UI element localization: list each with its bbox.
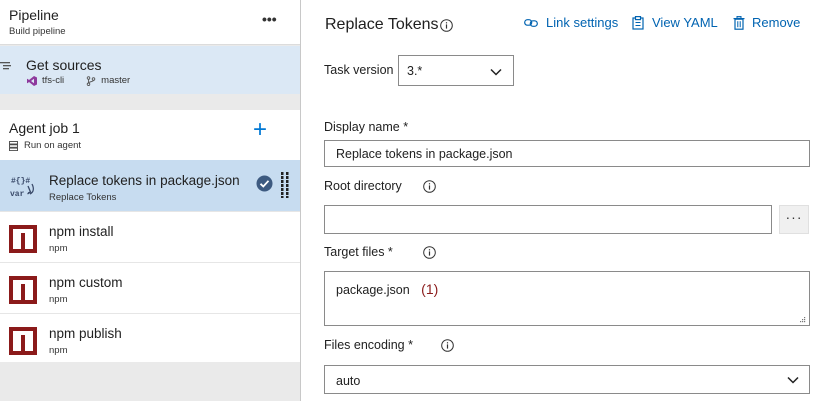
repo-name: tfs-cli — [42, 75, 65, 86]
info-icon[interactable] — [440, 19, 453, 32]
left-panel-empty-area — [0, 362, 300, 401]
link-settings-label: Link settings — [546, 15, 619, 30]
display-name-label: Display name * — [324, 120, 409, 134]
agent-job-subtitle-text: Run on agent — [24, 140, 82, 151]
display-name-input[interactable]: Replace tokens in package.json — [324, 140, 810, 167]
drag-handle-icon[interactable] — [281, 172, 289, 198]
npm-icon — [9, 327, 37, 355]
svg-text:var: var — [10, 190, 25, 199]
root-directory-label: Root directory — [324, 179, 402, 193]
task-detail-panel: Replace Tokens Link settings View YAML R… — [302, 0, 822, 401]
remove-label: Remove — [752, 15, 801, 30]
root-directory-input[interactable] — [324, 205, 772, 234]
browse-button[interactable]: ··· — [779, 205, 809, 234]
visual-studio-icon — [27, 75, 37, 86]
target-files-textarea[interactable]: package.json (1) — [324, 271, 810, 326]
agent-job-title: Agent job 1 — [9, 120, 80, 136]
task-detail-title: Replace Tokens — [325, 16, 439, 33]
task-title: npm custom — [49, 275, 123, 290]
server-icon — [9, 140, 18, 151]
sources-meta: tfs-cli master — [27, 75, 130, 86]
replace-tokens-icon: #{}# var — [10, 177, 34, 199]
task-version-value: 3.* — [407, 64, 423, 78]
link-settings-button[interactable]: Link settings — [524, 15, 618, 30]
chevron-down-icon — [490, 68, 502, 76]
task-subtitle: npm — [49, 243, 68, 254]
task-item-npm-install[interactable]: npm install npm — [0, 211, 300, 262]
pipeline-subtitle: Build pipeline — [9, 26, 66, 37]
resize-grip-icon[interactable] — [798, 315, 806, 323]
more-actions-button[interactable]: ••• — [262, 11, 277, 27]
annotation-marker: (1) — [421, 281, 439, 297]
view-yaml-button[interactable]: View YAML — [632, 15, 718, 30]
npm-icon — [9, 276, 37, 304]
task-subtitle: Replace Tokens — [49, 192, 117, 203]
task-version-select[interactable]: 3.* — [398, 55, 514, 86]
files-encoding-label: Files encoding * — [324, 338, 413, 352]
svg-text:#{}#: #{}# — [11, 177, 30, 186]
agent-job-subtitle: Run on agent — [9, 140, 81, 151]
task-item-npm-publish[interactable]: npm publish npm — [0, 313, 300, 362]
sources-list-icon — [0, 62, 11, 70]
clipboard-icon — [632, 15, 644, 30]
trash-icon — [733, 15, 745, 30]
files-encoding-select[interactable]: auto — [324, 365, 810, 394]
pipeline-header[interactable]: Pipeline Build pipeline ••• — [0, 0, 300, 45]
pipeline-panel: Pipeline Build pipeline ••• Get sources … — [0, 0, 301, 401]
task-subtitle: npm — [49, 294, 68, 305]
link-icon — [524, 18, 538, 27]
target-files-value: package.json — [336, 283, 410, 297]
task-title: Replace tokens in package.json — [49, 173, 240, 188]
chevron-down-icon — [787, 376, 799, 384]
task-title: npm publish — [49, 326, 122, 341]
task-version-label: Task version — [324, 63, 394, 77]
task-item-replace-tokens[interactable]: #{}# var Replace tokens in package.json … — [0, 160, 300, 211]
pipeline-title: Pipeline — [9, 7, 59, 23]
get-sources-title: Get sources — [26, 57, 102, 73]
get-sources-item[interactable]: Get sources tfs-cli master — [0, 46, 300, 94]
info-icon[interactable] — [441, 339, 454, 352]
agent-job-item[interactable]: Agent job 1 Run on agent + — [0, 110, 300, 160]
npm-icon — [9, 225, 37, 253]
remove-button[interactable]: Remove — [733, 15, 800, 30]
info-icon[interactable] — [423, 180, 436, 193]
branch-name: master — [101, 75, 131, 86]
check-circle-icon — [256, 175, 273, 192]
task-title: npm install — [49, 224, 114, 239]
task-item-npm-custom[interactable]: npm custom npm — [0, 262, 300, 313]
add-task-button[interactable]: + — [251, 118, 269, 142]
info-icon[interactable] — [423, 246, 436, 259]
files-encoding-value: auto — [336, 374, 361, 388]
view-yaml-label: View YAML — [652, 15, 718, 30]
target-files-label: Target files * — [324, 245, 393, 259]
branch-icon — [86, 75, 96, 86]
task-subtitle: npm — [49, 345, 68, 356]
